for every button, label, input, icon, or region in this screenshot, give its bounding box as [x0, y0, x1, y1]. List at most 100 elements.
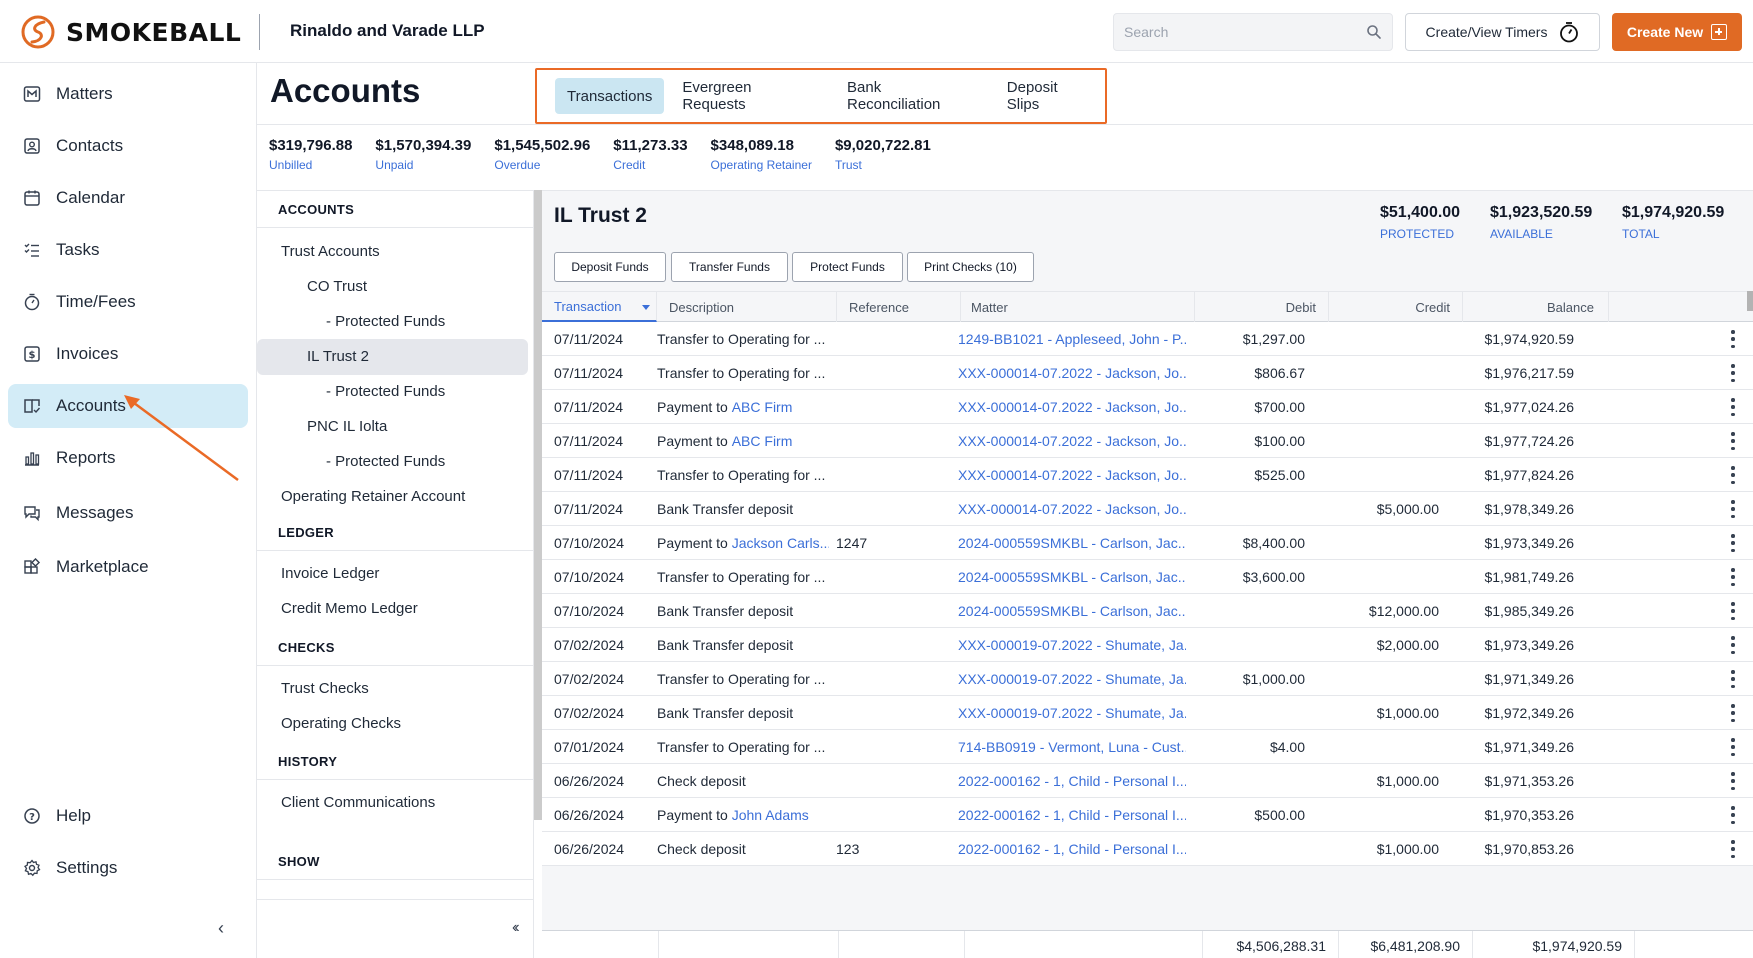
payee-link[interactable]: Jackson Carls...	[732, 535, 829, 551]
transfer-funds-button[interactable]: Transfer Funds	[671, 252, 788, 282]
column-header-description[interactable]: Description	[657, 292, 837, 322]
table-row[interactable]: 07/10/2024 Bank Transfer deposit 2024-000…	[542, 594, 1753, 628]
account-operating-retainer[interactable]: Operating Retainer Account	[281, 488, 465, 505]
row-menu-icon[interactable]	[1731, 738, 1735, 756]
matter-link[interactable]: XXX-000014-07.2022 - Jackson, Jo...	[958, 501, 1186, 517]
matter-link[interactable]: XXX-000014-07.2022 - Jackson, Jo...	[958, 365, 1186, 381]
table-row[interactable]: 07/02/2024 Bank Transfer deposit XXX-0000…	[542, 628, 1753, 662]
table-row[interactable]: 06/26/2024 Payment to John Adams 2022-0001…	[542, 798, 1753, 832]
payee-link[interactable]: ABC Firm	[732, 433, 793, 449]
summary-overdue[interactable]: $1,545,502.96 Overdue	[494, 137, 590, 172]
summary-unbilled[interactable]: $319,796.88 Unbilled	[269, 137, 352, 172]
row-menu-icon[interactable]	[1731, 568, 1735, 586]
table-row[interactable]: 07/11/2024 Transfer to Operating for ... …	[542, 356, 1753, 390]
matter-link[interactable]: 2022-000162 - 1, Child - Personal I...	[958, 773, 1186, 789]
table-row[interactable]: 07/10/2024 Transfer to Operating for ... …	[542, 560, 1753, 594]
tab-transactions[interactable]: Transactions	[555, 78, 665, 114]
account-co-trust-protected-funds[interactable]: - Protected Funds	[326, 313, 445, 330]
create-new-button[interactable]: Create New	[1612, 13, 1742, 51]
row-menu-icon[interactable]	[1731, 364, 1735, 382]
sidebar-item-calendar[interactable]: Calendar	[8, 176, 248, 220]
account-pnc-protected-funds[interactable]: - Protected Funds	[326, 453, 445, 470]
matter-link[interactable]: 714-BB0919 - Vermont, Luna - Cust...	[958, 739, 1186, 755]
invoice-ledger-link[interactable]: Invoice Ledger	[281, 565, 379, 582]
payee-link[interactable]: ABC Firm	[732, 399, 793, 415]
matter-link[interactable]: XXX-000019-07.2022 - Shumate, Ja...	[958, 637, 1186, 653]
row-menu-icon[interactable]	[1731, 636, 1735, 654]
table-row[interactable]: 07/01/2024 Transfer to Operating for ... …	[542, 730, 1753, 764]
column-header-debit[interactable]: Debit	[1195, 292, 1329, 322]
matter-link[interactable]: 2022-000162 - 1, Child - Personal I...	[958, 841, 1186, 857]
tab-deposit-slips[interactable]: Deposit Slips	[995, 78, 1105, 114]
matter-link[interactable]: XXX-000014-07.2022 - Jackson, Jo...	[958, 399, 1186, 415]
trust-checks-link[interactable]: Trust Checks	[281, 680, 369, 697]
create-view-timers-button[interactable]: Create/View Timers	[1405, 13, 1600, 51]
table-row[interactable]: 07/02/2024 Transfer to Operating for ... …	[542, 662, 1753, 696]
table-row[interactable]: 07/11/2024 Payment to ABC Firm XXX-000014-…	[542, 424, 1753, 458]
row-menu-icon[interactable]	[1731, 534, 1735, 552]
row-menu-icon[interactable]	[1731, 806, 1735, 824]
row-menu-icon[interactable]	[1731, 330, 1735, 348]
column-header-balance[interactable]: Balance	[1463, 292, 1609, 322]
sidebar-item-settings[interactable]: Settings	[8, 846, 248, 890]
matter-link[interactable]: 2024-000559SMKBL - Carlson, Jac...	[958, 569, 1186, 585]
column-header-transaction[interactable]: Transaction	[542, 292, 657, 322]
matter-link[interactable]: 2024-000559SMKBL - Carlson, Jac...	[958, 603, 1186, 619]
matter-link[interactable]: XXX-000019-07.2022 - Shumate, Ja...	[958, 671, 1186, 687]
collapse-sidebar-button[interactable]: ‹	[218, 918, 224, 939]
row-menu-icon[interactable]	[1731, 500, 1735, 518]
account-co-trust[interactable]: CO Trust	[307, 278, 367, 295]
matter-link[interactable]: 2024-000559SMKBL - Carlson, Jac...	[958, 535, 1186, 551]
sidebar-item-contacts[interactable]: Contacts	[8, 124, 248, 168]
row-menu-icon[interactable]	[1731, 398, 1735, 416]
column-header-matter[interactable]: Matter	[961, 292, 1195, 322]
client-communications-link[interactable]: Client Communications	[281, 794, 435, 811]
row-menu-icon[interactable]	[1731, 772, 1735, 790]
account-il-trust-2-protected-funds[interactable]: - Protected Funds	[326, 383, 445, 400]
sidebar-item-matters[interactable]: Matters	[8, 72, 248, 116]
matter-link[interactable]: XXX-000019-07.2022 - Shumate, Ja...	[958, 705, 1186, 721]
search-input[interactable]	[1114, 14, 1354, 50]
table-row[interactable]: 07/11/2024 Transfer to Operating for ... …	[542, 458, 1753, 492]
tab-evergreen-requests[interactable]: Evergreen Requests	[670, 78, 829, 114]
table-row[interactable]: 07/02/2024 Bank Transfer deposit XXX-0000…	[542, 696, 1753, 730]
row-menu-icon[interactable]	[1731, 704, 1735, 722]
sidebar-item-invoices[interactable]: $ Invoices	[8, 332, 248, 376]
summary-credit[interactable]: $11,273.33 Credit	[613, 137, 687, 172]
sidebar-item-messages[interactable]: Messages	[8, 491, 248, 535]
matter-link[interactable]: 2022-000162 - 1, Child - Personal I...	[958, 807, 1186, 823]
print-checks-button[interactable]: Print Checks (10)	[907, 252, 1034, 282]
summary-trust[interactable]: $9,020,722.81 Trust	[835, 137, 931, 172]
table-row[interactable]: 07/11/2024 Bank Transfer deposit XXX-0000…	[542, 492, 1753, 526]
tab-bank-reconciliation[interactable]: Bank Reconciliation	[835, 78, 989, 114]
sidebar-item-time-fees[interactable]: Time/Fees	[8, 280, 248, 324]
search-box[interactable]	[1113, 13, 1393, 51]
table-row[interactable]: 07/11/2024 Transfer to Operating for ... …	[542, 322, 1753, 356]
column-header-credit[interactable]: Credit	[1329, 292, 1463, 322]
payee-link[interactable]: John Adams	[732, 807, 809, 823]
search-icon[interactable]	[1366, 24, 1382, 40]
row-menu-icon[interactable]	[1731, 840, 1735, 858]
account-il-trust-2[interactable]: IL Trust 2	[307, 348, 369, 365]
matter-link[interactable]: XXX-000014-07.2022 - Jackson, Jo...	[958, 467, 1186, 483]
sidebar-item-tasks[interactable]: Tasks	[8, 228, 248, 272]
table-row[interactable]: 07/11/2024 Payment to ABC Firm XXX-000014-…	[542, 390, 1753, 424]
smokeball-logo[interactable]: SMOKEBALL	[20, 14, 241, 50]
sidebar-item-marketplace[interactable]: Marketplace	[8, 545, 248, 589]
row-menu-icon[interactable]	[1731, 466, 1735, 484]
matter-link[interactable]: XXX-000014-07.2022 - Jackson, Jo...	[958, 433, 1186, 449]
table-row[interactable]: 06/26/2024 Check deposit 2022-000162 - 1,…	[542, 764, 1753, 798]
operating-checks-link[interactable]: Operating Checks	[281, 715, 401, 732]
summary-unpaid[interactable]: $1,570,394.39 Unpaid	[375, 137, 471, 172]
collapse-accounts-panel-button[interactable]: ‹‹	[512, 919, 519, 937]
protect-funds-button[interactable]: Protect Funds	[792, 252, 903, 282]
deposit-funds-button[interactable]: Deposit Funds	[554, 252, 666, 282]
accounts-panel-scrollbar[interactable]	[534, 190, 542, 820]
row-menu-icon[interactable]	[1731, 432, 1735, 450]
table-scrollbar[interactable]	[1747, 291, 1753, 311]
credit-memo-ledger-link[interactable]: Credit Memo Ledger	[281, 600, 418, 617]
column-header-reference[interactable]: Reference	[837, 292, 961, 322]
table-row[interactable]: 07/10/2024 Payment to Jackson Carls... 124…	[542, 526, 1753, 560]
row-menu-icon[interactable]	[1731, 670, 1735, 688]
sidebar-item-help[interactable]: ? Help	[8, 794, 248, 838]
